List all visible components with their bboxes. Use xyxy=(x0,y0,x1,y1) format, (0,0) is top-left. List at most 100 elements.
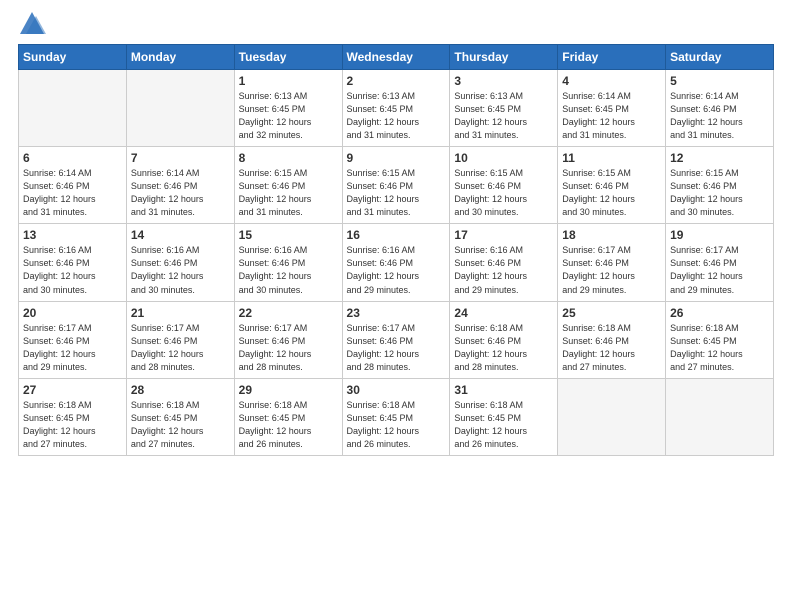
day-info: Sunrise: 6:18 AM Sunset: 6:45 PM Dayligh… xyxy=(131,399,230,451)
day-number: 25 xyxy=(562,306,661,320)
day-info: Sunrise: 6:16 AM Sunset: 6:46 PM Dayligh… xyxy=(454,244,553,296)
calendar-cell: 3 Sunrise: 6:13 AM Sunset: 6:45 PM Daylig… xyxy=(450,70,558,147)
day-number: 28 xyxy=(131,383,230,397)
weekday-header-wednesday: Wednesday xyxy=(342,45,450,70)
day-number: 9 xyxy=(347,151,446,165)
day-info: Sunrise: 6:13 AM Sunset: 6:45 PM Dayligh… xyxy=(347,90,446,142)
week-row-5: 27Sunrise: 6:18 AM Sunset: 6:45 PM Dayli… xyxy=(19,378,774,455)
day-number: 8 xyxy=(239,151,338,165)
day-number: 21 xyxy=(131,306,230,320)
day-number: 31 xyxy=(454,383,553,397)
day-number: 5 xyxy=(670,74,769,88)
day-number: 13 xyxy=(23,228,122,242)
calendar-cell: 14 Sunrise: 6:16 AM Sunset: 6:46 PM Dayli… xyxy=(126,224,234,301)
day-info: Sunrise: 6:18 AM Sunset: 6:45 PM Dayligh… xyxy=(454,399,553,451)
calendar-cell: 6 Sunrise: 6:14 AM Sunset: 6:46 PM Daylig… xyxy=(19,147,127,224)
calendar-cell: 18Sunrise: 6:17 AM Sunset: 6:46 PM Dayli… xyxy=(558,224,666,301)
day-info: Sunrise: 6:15 AM Sunset: 6:46 PM Dayligh… xyxy=(454,167,553,219)
day-info: Sunrise: 6:16 AM Sunset: 6:46 PM Dayligh… xyxy=(239,244,338,296)
day-number: 7 xyxy=(131,151,230,165)
calendar-cell: 21 Sunrise: 6:17 AM Sunset: 6:46 PM Dayli… xyxy=(126,301,234,378)
logo xyxy=(18,10,50,38)
day-number: 6 xyxy=(23,151,122,165)
day-info: Sunrise: 6:17 AM Sunset: 6:46 PM Dayligh… xyxy=(239,322,338,374)
day-info: Sunrise: 6:15 AM Sunset: 6:46 PM Dayligh… xyxy=(347,167,446,219)
day-info: Sunrise: 6:14 AM Sunset: 6:46 PM Dayligh… xyxy=(131,167,230,219)
calendar-cell: 17 Sunrise: 6:16 AM Sunset: 6:46 PM Dayli… xyxy=(450,224,558,301)
page-header xyxy=(18,10,774,38)
day-info: Sunrise: 6:17 AM Sunset: 6:46 PM Dayligh… xyxy=(131,322,230,374)
calendar-cell: 30Sunrise: 6:18 AM Sunset: 6:45 PM Dayli… xyxy=(342,378,450,455)
day-info: Sunrise: 6:17 AM Sunset: 6:46 PM Dayligh… xyxy=(562,244,661,296)
day-number: 24 xyxy=(454,306,553,320)
logo-icon xyxy=(18,10,46,38)
day-info: Sunrise: 6:14 AM Sunset: 6:46 PM Dayligh… xyxy=(670,90,769,142)
calendar-cell xyxy=(558,378,666,455)
weekday-header-sunday: Sunday xyxy=(19,45,127,70)
calendar-cell: 7 Sunrise: 6:14 AM Sunset: 6:46 PM Daylig… xyxy=(126,147,234,224)
day-info: Sunrise: 6:14 AM Sunset: 6:45 PM Dayligh… xyxy=(562,90,661,142)
weekday-header-monday: Monday xyxy=(126,45,234,70)
calendar-cell: 29 Sunrise: 6:18 AM Sunset: 6:45 PM Dayli… xyxy=(234,378,342,455)
day-number: 19 xyxy=(670,228,769,242)
calendar-cell: 2 Sunrise: 6:13 AM Sunset: 6:45 PM Daylig… xyxy=(342,70,450,147)
calendar-cell: 4 Sunrise: 6:14 AM Sunset: 6:45 PM Daylig… xyxy=(558,70,666,147)
day-number: 10 xyxy=(454,151,553,165)
day-number: 2 xyxy=(347,74,446,88)
calendar-cell: 31 Sunrise: 6:18 AM Sunset: 6:45 PM Dayli… xyxy=(450,378,558,455)
calendar-cell: 28 Sunrise: 6:18 AM Sunset: 6:45 PM Dayli… xyxy=(126,378,234,455)
day-number: 17 xyxy=(454,228,553,242)
day-info: Sunrise: 6:18 AM Sunset: 6:45 PM Dayligh… xyxy=(23,399,122,451)
weekday-header-thursday: Thursday xyxy=(450,45,558,70)
calendar-cell: 27Sunrise: 6:18 AM Sunset: 6:45 PM Dayli… xyxy=(19,378,127,455)
day-number: 4 xyxy=(562,74,661,88)
day-number: 11 xyxy=(562,151,661,165)
day-info: Sunrise: 6:15 AM Sunset: 6:46 PM Dayligh… xyxy=(562,167,661,219)
week-row-2: 6 Sunrise: 6:14 AM Sunset: 6:46 PM Daylig… xyxy=(19,147,774,224)
day-info: Sunrise: 6:17 AM Sunset: 6:46 PM Dayligh… xyxy=(347,322,446,374)
calendar-cell: 16 Sunrise: 6:16 AM Sunset: 6:46 PM Dayli… xyxy=(342,224,450,301)
day-number: 16 xyxy=(347,228,446,242)
day-number: 29 xyxy=(239,383,338,397)
day-info: Sunrise: 6:16 AM Sunset: 6:46 PM Dayligh… xyxy=(131,244,230,296)
day-info: Sunrise: 6:15 AM Sunset: 6:46 PM Dayligh… xyxy=(239,167,338,219)
day-info: Sunrise: 6:18 AM Sunset: 6:46 PM Dayligh… xyxy=(454,322,553,374)
day-info: Sunrise: 6:16 AM Sunset: 6:46 PM Dayligh… xyxy=(347,244,446,296)
weekday-header-tuesday: Tuesday xyxy=(234,45,342,70)
day-number: 22 xyxy=(239,306,338,320)
day-info: Sunrise: 6:17 AM Sunset: 6:46 PM Dayligh… xyxy=(23,322,122,374)
day-number: 23 xyxy=(347,306,446,320)
calendar-cell xyxy=(126,70,234,147)
calendar-cell: 10 Sunrise: 6:15 AM Sunset: 6:46 PM Dayli… xyxy=(450,147,558,224)
calendar-table: SundayMondayTuesdayWednesdayThursdayFrid… xyxy=(18,44,774,456)
day-info: Sunrise: 6:14 AM Sunset: 6:46 PM Dayligh… xyxy=(23,167,122,219)
week-row-4: 20 Sunrise: 6:17 AM Sunset: 6:46 PM Dayli… xyxy=(19,301,774,378)
day-info: Sunrise: 6:17 AM Sunset: 6:46 PM Dayligh… xyxy=(670,244,769,296)
day-number: 12 xyxy=(670,151,769,165)
calendar-cell: 20 Sunrise: 6:17 AM Sunset: 6:46 PM Dayli… xyxy=(19,301,127,378)
weekday-header-friday: Friday xyxy=(558,45,666,70)
week-row-1: 1 Sunrise: 6:13 AM Sunset: 6:45 PM Daylig… xyxy=(19,70,774,147)
day-info: Sunrise: 6:15 AM Sunset: 6:46 PM Dayligh… xyxy=(670,167,769,219)
day-number: 26 xyxy=(670,306,769,320)
calendar-cell: 19 Sunrise: 6:17 AM Sunset: 6:46 PM Dayli… xyxy=(666,224,774,301)
calendar-cell: 13 Sunrise: 6:16 AM Sunset: 6:46 PM Dayli… xyxy=(19,224,127,301)
day-number: 14 xyxy=(131,228,230,242)
calendar-cell: 11 Sunrise: 6:15 AM Sunset: 6:46 PM Dayli… xyxy=(558,147,666,224)
calendar-cell: 23 Sunrise: 6:17 AM Sunset: 6:46 PM Dayli… xyxy=(342,301,450,378)
day-info: Sunrise: 6:13 AM Sunset: 6:45 PM Dayligh… xyxy=(239,90,338,142)
day-info: Sunrise: 6:18 AM Sunset: 6:45 PM Dayligh… xyxy=(347,399,446,451)
weekday-header-saturday: Saturday xyxy=(666,45,774,70)
day-number: 3 xyxy=(454,74,553,88)
weekday-header-row: SundayMondayTuesdayWednesdayThursdayFrid… xyxy=(19,45,774,70)
day-number: 1 xyxy=(239,74,338,88)
calendar-cell: 26Sunrise: 6:18 AM Sunset: 6:45 PM Dayli… xyxy=(666,301,774,378)
calendar-cell: 8 Sunrise: 6:15 AM Sunset: 6:46 PM Daylig… xyxy=(234,147,342,224)
day-info: Sunrise: 6:16 AM Sunset: 6:46 PM Dayligh… xyxy=(23,244,122,296)
day-number: 20 xyxy=(23,306,122,320)
day-number: 15 xyxy=(239,228,338,242)
day-info: Sunrise: 6:18 AM Sunset: 6:45 PM Dayligh… xyxy=(239,399,338,451)
calendar-cell: 25Sunrise: 6:18 AM Sunset: 6:46 PM Dayli… xyxy=(558,301,666,378)
calendar-cell: 9 Sunrise: 6:15 AM Sunset: 6:46 PM Daylig… xyxy=(342,147,450,224)
day-info: Sunrise: 6:13 AM Sunset: 6:45 PM Dayligh… xyxy=(454,90,553,142)
